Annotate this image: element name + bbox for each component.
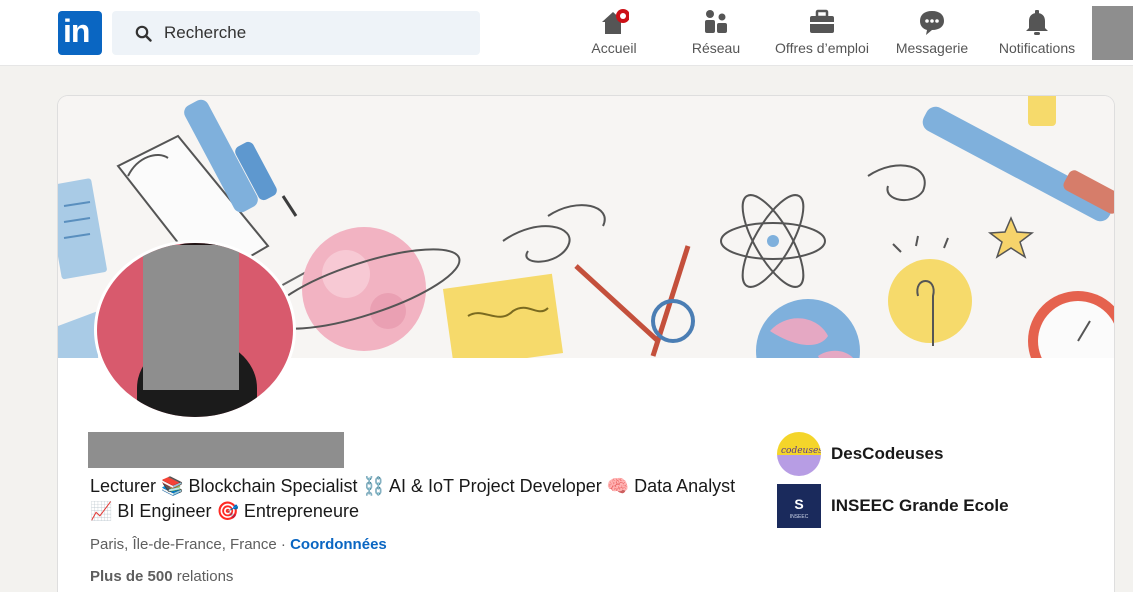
descodeuses-logo-text: codeuses (781, 446, 821, 456)
logo-text: in (63, 13, 90, 49)
profile-location: Paris, Île-de-France, France (90, 536, 277, 553)
linkedin-logo[interactable]: in (58, 11, 102, 55)
nav-notifications[interactable]: Notifications (986, 4, 1088, 62)
nav-home-label: Accueil (591, 40, 637, 56)
profile-location-line: Paris, Île-de-France, France · Coordonné… (90, 536, 387, 553)
org-name: INSEEC Grande Ecole (831, 496, 1009, 515)
top-nav: in Accueil Réseau Offres d’emplo (0, 0, 1133, 66)
inseec-logo-mark: S (794, 496, 804, 512)
nav-home[interactable]: Accueil (578, 4, 650, 62)
nav-jobs[interactable]: Offres d’emploi (764, 4, 880, 62)
location-separator: · (276, 536, 291, 553)
inseec-logo-small: INSEEC (789, 514, 809, 520)
bell-icon (1026, 10, 1048, 35)
profile-card: Lecturer 📚 Blockchain Specialist ⛓️ AI &… (58, 96, 1114, 592)
inseec-logo: S INSEEC (777, 484, 821, 528)
relations-label: relations (172, 568, 234, 585)
profile-name-redacted (88, 432, 344, 468)
search-bar[interactable] (112, 11, 480, 55)
profile-headline: Lecturer 📚 Blockchain Specialist ⛓️ AI &… (90, 476, 736, 521)
descodeuses-logo: codeuses (777, 432, 821, 476)
me-avatar[interactable] (1092, 6, 1133, 60)
search-icon (135, 25, 152, 42)
nav-messaging[interactable]: Messagerie (884, 4, 980, 62)
nav-notifications-label: Notifications (998, 40, 1076, 56)
contact-info-link[interactable]: Coordonnées (290, 536, 387, 553)
search-input[interactable] (164, 21, 464, 45)
profile-avatar[interactable] (94, 240, 296, 420)
briefcase-icon (810, 9, 834, 33)
nav-network[interactable]: Réseau (680, 4, 752, 62)
network-icon (705, 10, 727, 33)
avatar-redaction (143, 245, 239, 390)
relations-count: Plus de 500 (90, 568, 173, 585)
nav-network-label: Réseau (691, 40, 741, 56)
profile-relations[interactable]: Plus de 500 relations (90, 568, 233, 585)
nav-jobs-label: Offres d’emploi (775, 40, 869, 56)
nav-messaging-label: Messagerie (895, 40, 969, 56)
org-name: DesCodeuses (831, 444, 944, 463)
home-icon (602, 9, 629, 34)
messaging-icon (920, 11, 944, 35)
